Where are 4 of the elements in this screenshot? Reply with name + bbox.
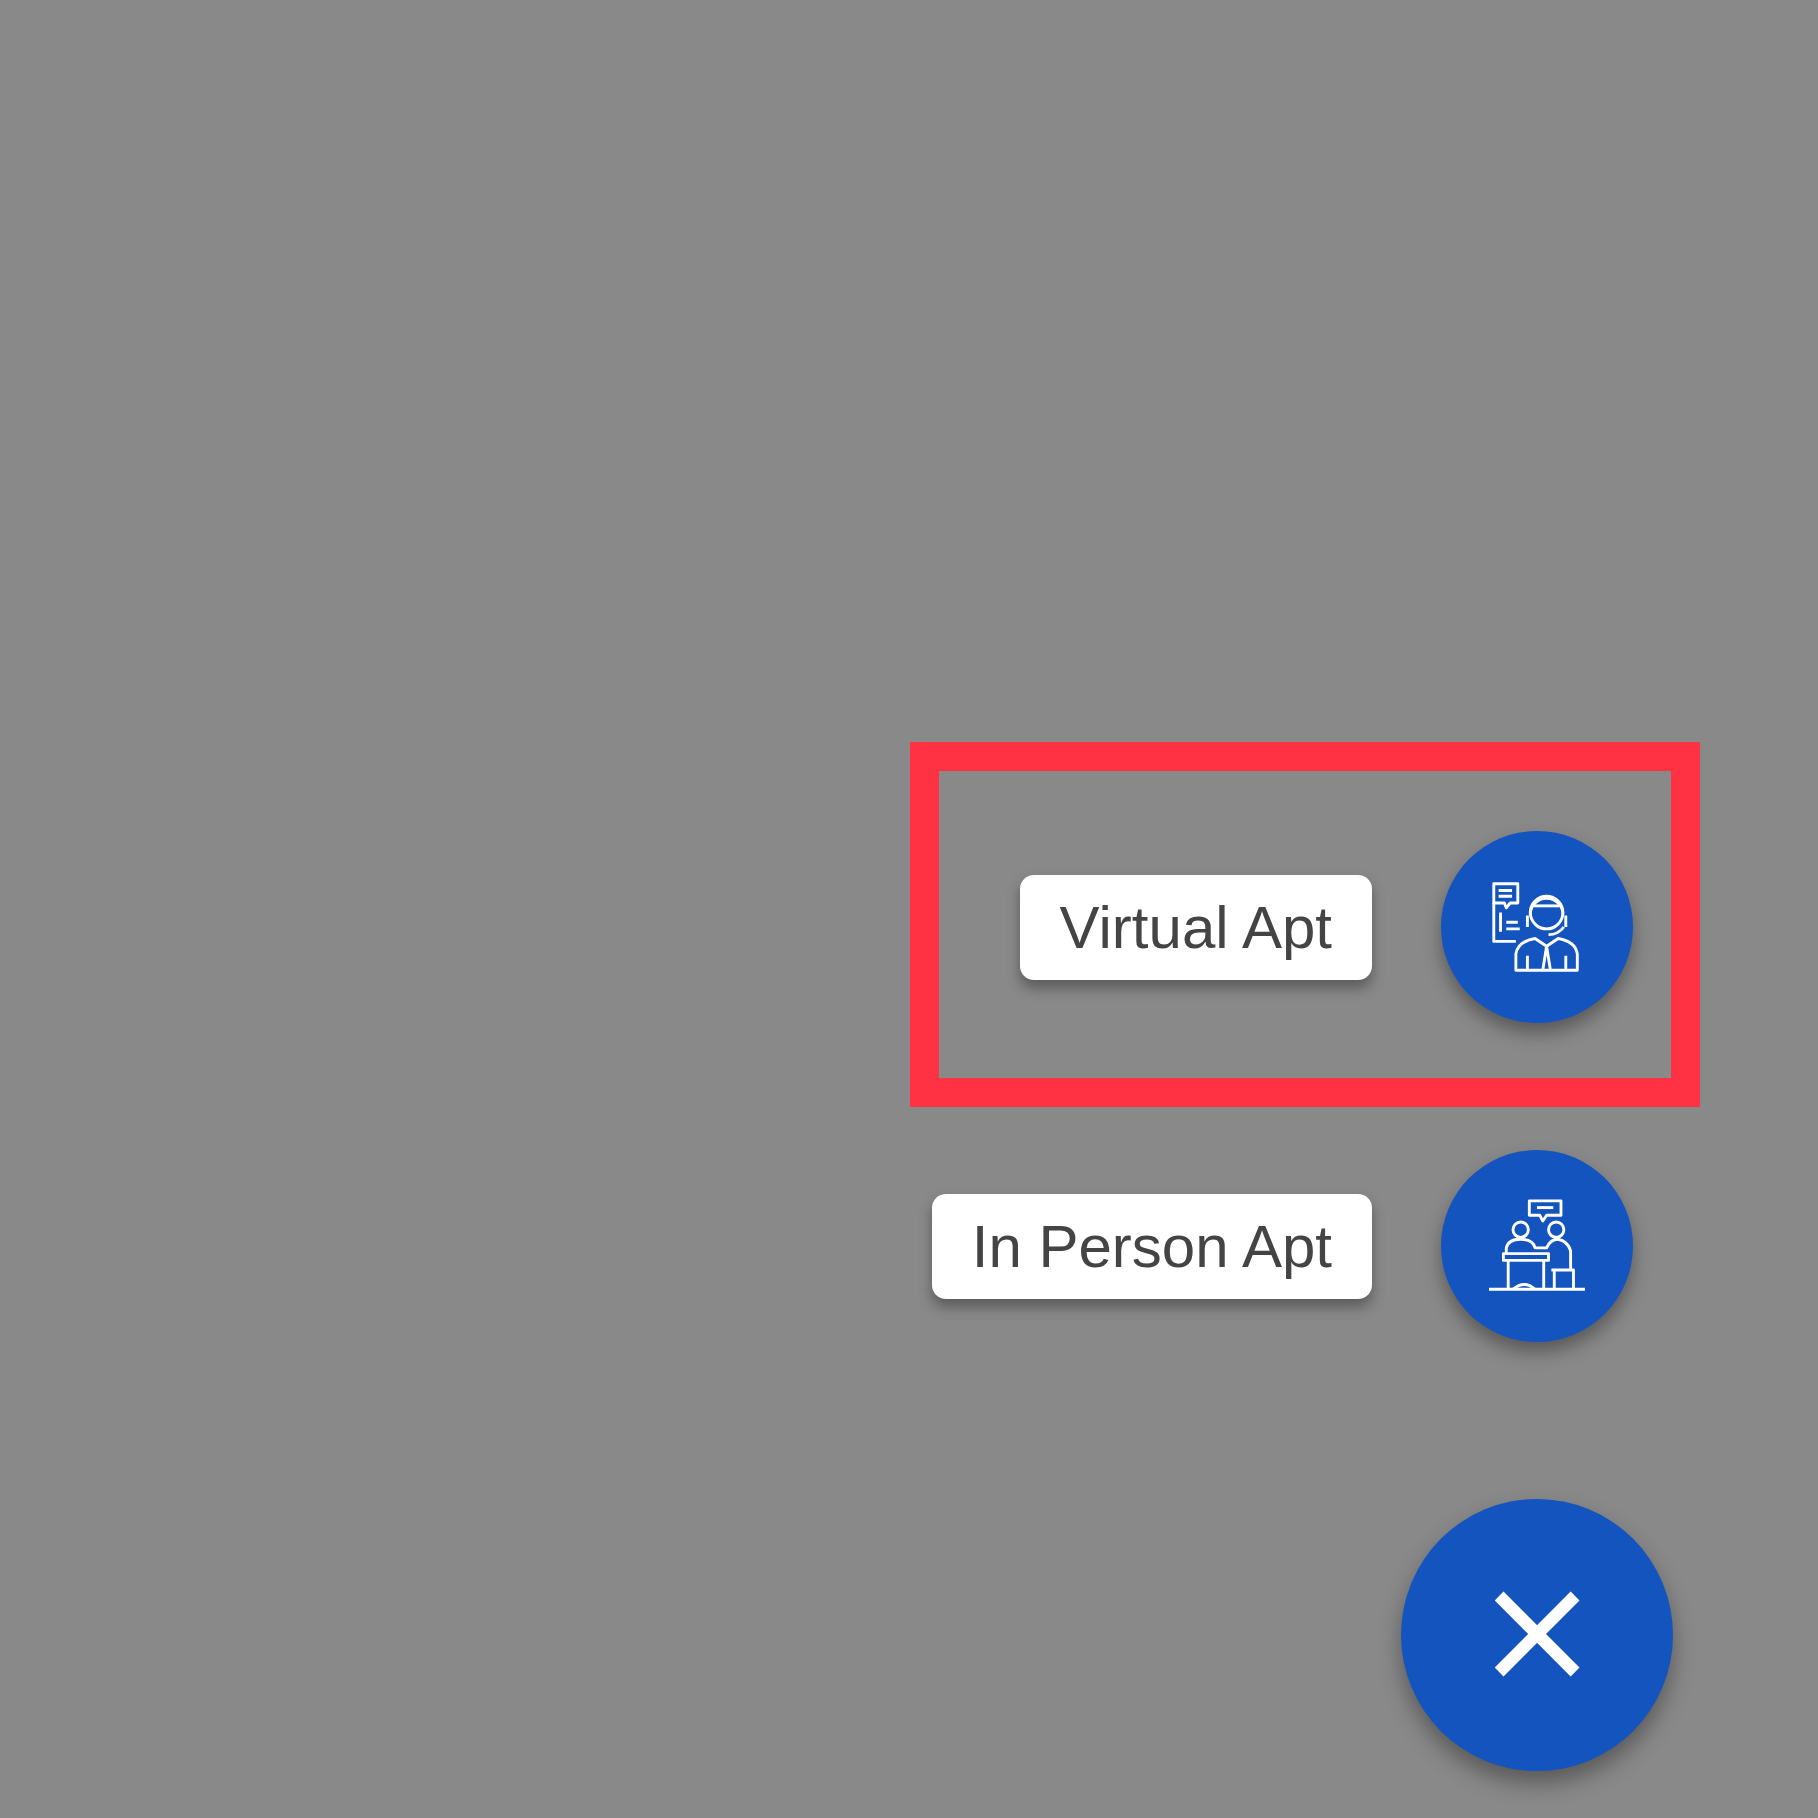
action-label[interactable]: Virtual Apt xyxy=(1019,874,1372,980)
action-label[interactable]: In Person Apt xyxy=(931,1193,1372,1299)
meeting-icon xyxy=(1489,1198,1585,1294)
close-button[interactable]: × xyxy=(1401,1499,1673,1771)
